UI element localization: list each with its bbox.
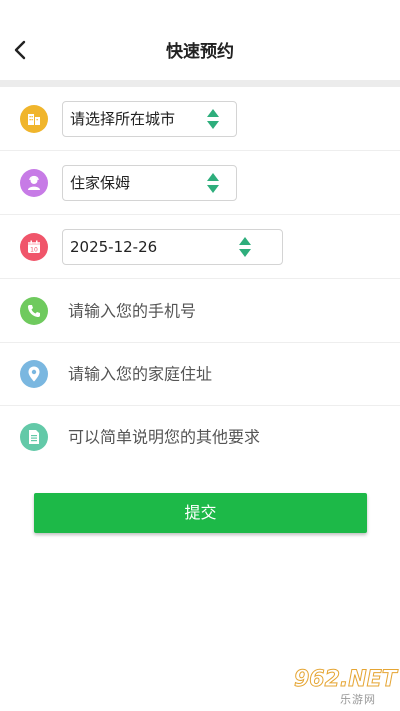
header-divider: [0, 80, 400, 87]
address-input[interactable]: [68, 364, 368, 383]
up-down-arrow-icon: [207, 172, 219, 193]
note-row: [0, 405, 400, 468]
date-row: 10 2025-12-26: [0, 215, 400, 279]
header: 快速预约: [0, 0, 400, 84]
date-picker[interactable]: 2025-12-26: [62, 228, 283, 265]
service-row: 住家保姆: [0, 151, 400, 215]
calendar-icon: 10: [20, 232, 48, 261]
phone-icon: [20, 296, 48, 325]
watermark-sub: 乐游网: [340, 693, 376, 706]
svg-text:10: 10: [30, 246, 38, 253]
city-select[interactable]: 请选择所在城市: [62, 100, 237, 137]
note-input[interactable]: [68, 427, 368, 446]
city-row: 请选择所在城市: [0, 87, 400, 151]
up-down-arrow-icon: [239, 236, 251, 257]
phone-input[interactable]: [68, 301, 368, 320]
page-title: 快速预约: [166, 42, 234, 62]
watermark-brand: 962.NET: [294, 667, 398, 693]
phone-row: [0, 279, 400, 343]
service-select-value: 住家保姆: [70, 173, 131, 192]
up-down-arrow-icon: [207, 108, 219, 129]
address-row: [0, 342, 400, 406]
city-select-value: 请选择所在城市: [70, 109, 176, 128]
watermark-logo: 962.NET 乐游网: [294, 667, 398, 707]
building-icon: [20, 104, 48, 133]
document-icon: [20, 422, 48, 451]
nanny-icon: [20, 168, 48, 197]
quick-booking-page: 快速预约 请选择所在城市 住家保姆 10 2025-12-26 请输入您的手机号…: [0, 0, 400, 711]
service-select[interactable]: 住家保姆: [62, 164, 237, 201]
location-icon: [20, 359, 48, 388]
date-picker-value: 2025-12-26: [70, 237, 158, 256]
submit-button[interactable]: 提交: [34, 493, 367, 533]
